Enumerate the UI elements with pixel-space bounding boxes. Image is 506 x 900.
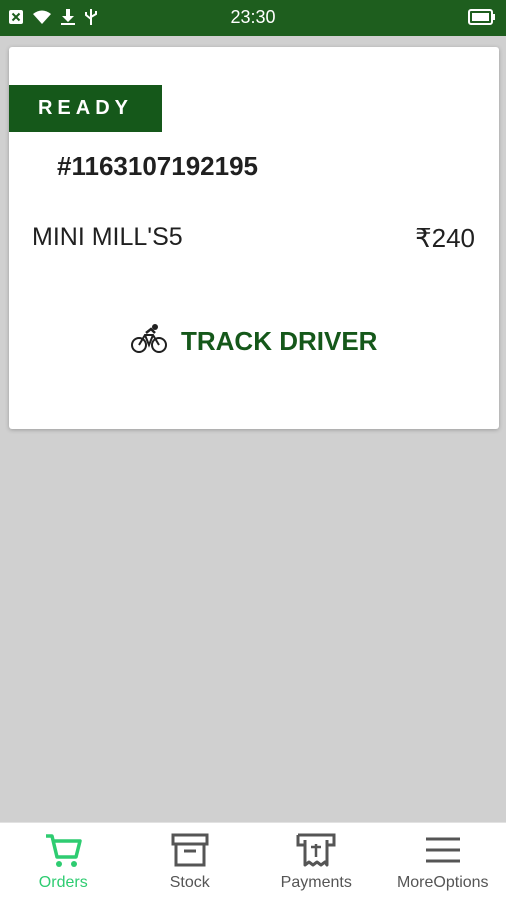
bicycle-icon (131, 323, 167, 360)
status-badge: READY (9, 85, 162, 132)
nav-stock[interactable]: Stock (127, 823, 254, 900)
nav-orders-label: Orders (38, 874, 88, 891)
status-icons-left (8, 8, 98, 26)
bottom-nav: Orders Stock Payments MoreOptions (0, 822, 506, 900)
nav-more-options[interactable]: MoreOptions (380, 823, 506, 900)
nav-orders[interactable]: Orders (0, 823, 127, 900)
track-driver-label: TRACK DRIVER (181, 325, 378, 356)
battery-icon (468, 9, 496, 30)
status-bar: 23:30 (0, 0, 506, 36)
menu-icon (423, 831, 463, 869)
nav-stock-label: Stock (169, 874, 210, 891)
nav-payments[interactable]: Payments (253, 823, 380, 900)
download-icon (60, 8, 76, 26)
order-card[interactable]: READY #1163107192195 MINI MILL'S5 ₹240 T… (9, 47, 499, 429)
nav-more-options-label: MoreOptions (396, 874, 489, 891)
archive-box-icon (171, 831, 209, 869)
track-driver-button[interactable]: TRACK DRIVER (131, 321, 377, 361)
nav-payments-label: Payments (280, 874, 352, 891)
order-id: #1163107192195 (57, 151, 259, 181)
usb-icon (84, 8, 98, 26)
notification-icon (8, 9, 24, 25)
item-price: ₹240 (415, 223, 475, 253)
item-name: MINI MILL'S5 (32, 223, 183, 251)
wifi-icon (32, 9, 52, 25)
cart-icon (43, 831, 83, 869)
receipt-icon (296, 831, 336, 869)
